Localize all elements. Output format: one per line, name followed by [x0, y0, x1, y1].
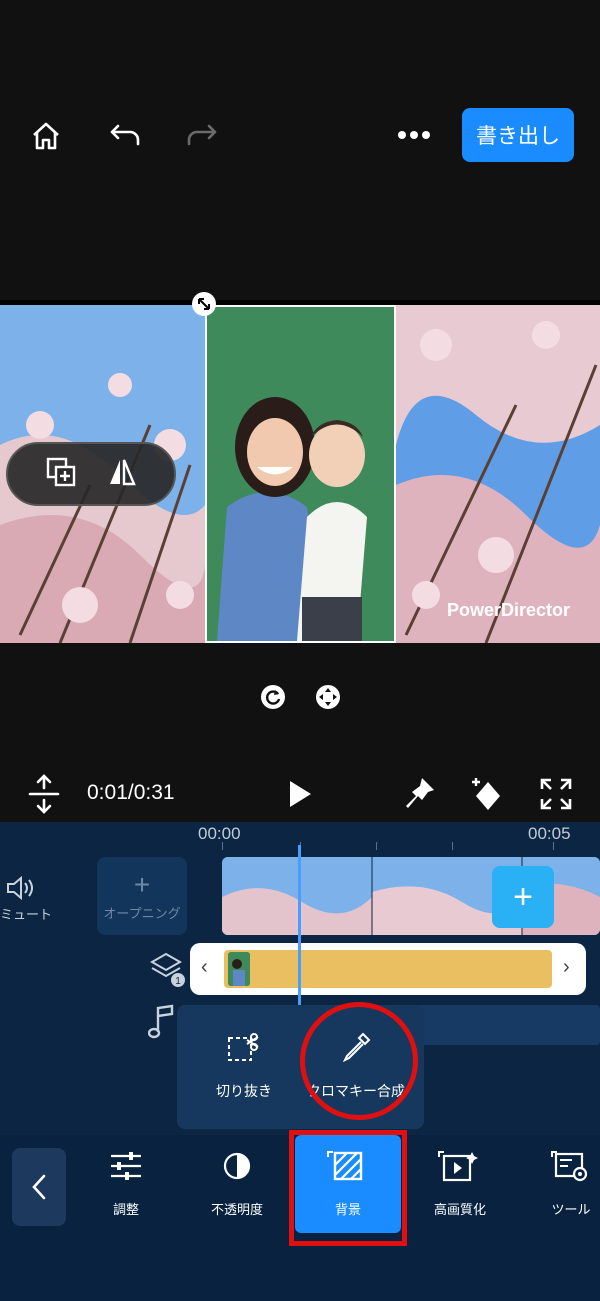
cutout-icon [227, 1032, 261, 1067]
redo-icon[interactable] [180, 113, 224, 157]
corner-mark [551, 1151, 557, 1157]
playhead[interactable] [298, 845, 301, 1005]
floating-toolbar [6, 442, 176, 506]
flip-icon[interactable] [107, 458, 137, 491]
sliders-icon [109, 1150, 143, 1187]
highlight-rectangle [289, 1130, 407, 1246]
chevron-left-icon [32, 1174, 46, 1200]
tool-opacity[interactable]: 不透明度 [182, 1150, 292, 1218]
cutout-button[interactable]: 切り抜き [184, 1032, 304, 1101]
opening-label: オープニング [103, 905, 181, 921]
cherry-blossom-image [396, 305, 600, 643]
ruler-label: 00:00 [198, 824, 241, 843]
tool-label: 不透明度 [210, 1202, 263, 1217]
rotate-icon[interactable] [251, 675, 295, 719]
ruler-tick [553, 842, 554, 850]
expand-timeline-icon[interactable] [22, 772, 66, 816]
opacity-icon [221, 1150, 253, 1187]
mother-and-baby-photo [207, 307, 394, 641]
overlay-clip-image[interactable] [205, 305, 396, 643]
plus-icon: + [133, 868, 151, 900]
cutout-label: 切り抜き [216, 1083, 272, 1099]
watermark: PowerDirector [447, 600, 571, 620]
overlay-clip-bar[interactable] [224, 950, 552, 988]
ruler-tick [452, 842, 453, 850]
svg-text:1: 1 [175, 976, 181, 987]
tool-adjust[interactable]: 調整 [71, 1150, 181, 1218]
mute-label[interactable]: ミュート [0, 904, 52, 923]
home-icon[interactable] [24, 114, 68, 158]
overlay-thumbnail [228, 952, 250, 986]
tool-label: ツール [551, 1202, 591, 1217]
corner-mark [438, 1151, 444, 1157]
playback-time: 0:01/0:31 [87, 781, 175, 804]
speaker-icon[interactable] [6, 875, 36, 905]
chevron-left-icon[interactable]: ‹ [201, 956, 208, 979]
back-button[interactable] [12, 1148, 66, 1226]
keyframe-icon[interactable] [464, 772, 508, 816]
add-clip-button[interactable]: + [492, 866, 554, 928]
opening-button[interactable]: + オープニング [97, 857, 187, 935]
resize-handle-icon[interactable] [192, 292, 216, 316]
play-icon[interactable] [278, 772, 322, 816]
tools-icon [554, 1150, 588, 1187]
ruler-tick [376, 842, 377, 850]
tool-enhance[interactable]: 高画質化 [405, 1150, 515, 1218]
chevron-right-icon[interactable]: › [563, 956, 570, 979]
ruler-label: 00:05 [528, 824, 571, 843]
pin-icon[interactable] [398, 772, 442, 816]
music-icon[interactable] [147, 1004, 176, 1045]
tool-tools[interactable]: ツール [516, 1150, 600, 1218]
undo-icon[interactable] [103, 113, 147, 157]
layers-icon[interactable]: 1 [149, 952, 186, 993]
export-button[interactable]: 書き出し [462, 108, 574, 162]
duplicate-icon[interactable] [46, 457, 76, 492]
enhance-icon [442, 1150, 478, 1187]
move-icon[interactable] [306, 675, 350, 719]
tool-label: 高画質化 [433, 1202, 486, 1217]
fullscreen-icon[interactable] [534, 772, 578, 816]
more-icon[interactable] [392, 113, 436, 157]
tool-label: 調整 [112, 1202, 139, 1217]
highlight-circle [300, 1002, 418, 1120]
ruler-tick [222, 842, 223, 850]
